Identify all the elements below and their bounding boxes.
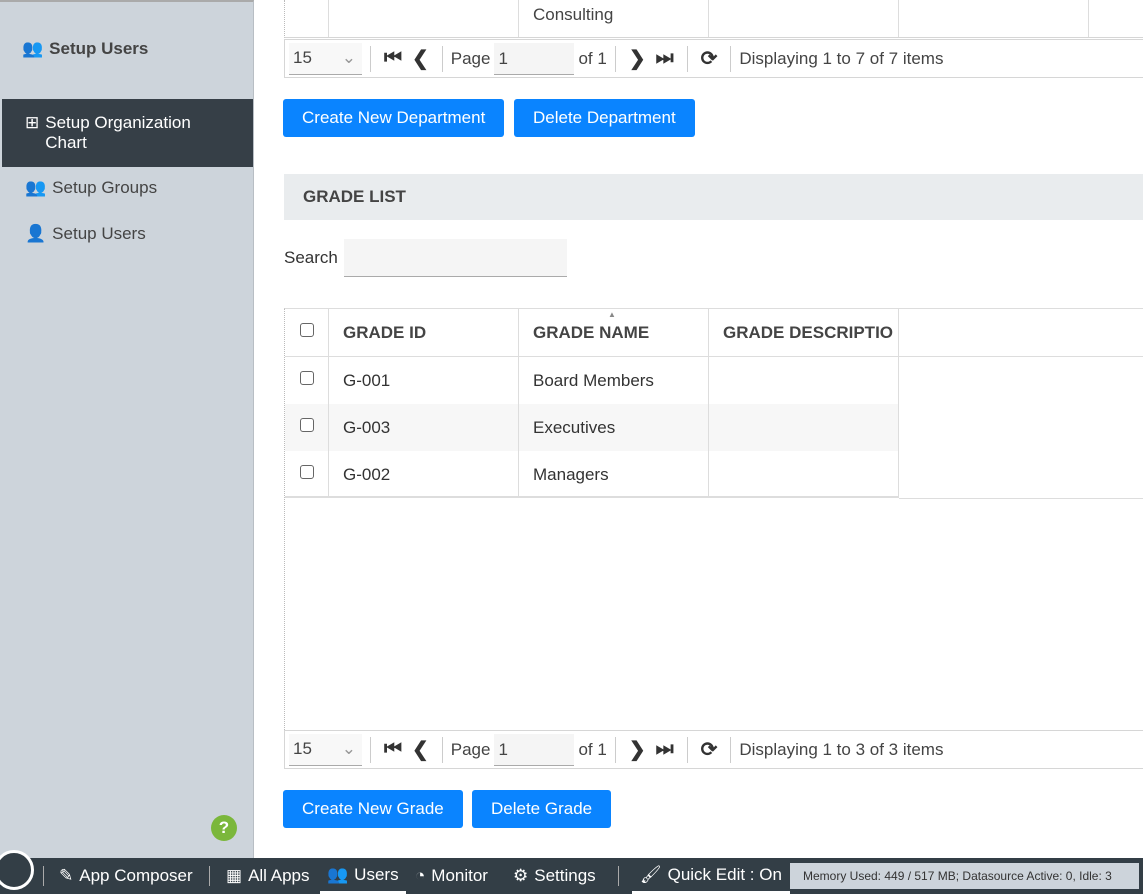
select-all-checkbox[interactable] bbox=[300, 323, 314, 337]
table-row[interactable]: G-003 Executives bbox=[285, 404, 899, 451]
row-checkbox[interactable] bbox=[300, 418, 314, 432]
search-label: Search bbox=[284, 248, 338, 267]
search-input[interactable] bbox=[344, 239, 567, 277]
settings-button[interactable]: ⚙ Settings bbox=[513, 858, 596, 894]
create-grade-button[interactable]: Create New Grade bbox=[283, 790, 463, 828]
page-input[interactable]: 1 bbox=[494, 42, 575, 75]
edit-icon: ✎ bbox=[59, 866, 74, 885]
sidebar-header: 👥 Setup Users bbox=[22, 39, 149, 58]
dashboard-icon: ◔ bbox=[415, 866, 426, 885]
page-size-select[interactable]: 15 ⌄ bbox=[289, 733, 362, 766]
page-input[interactable]: 1 bbox=[494, 733, 575, 766]
last-page-icon[interactable]: ⏭ bbox=[656, 738, 674, 761]
table-row[interactable]: G-002 Managers bbox=[285, 451, 899, 498]
users-button[interactable]: 👥 Users bbox=[320, 858, 406, 894]
chevron-down-icon: ⌄ bbox=[341, 48, 356, 67]
column-grade-id[interactable]: GRADE ID bbox=[343, 309, 426, 356]
help-icon[interactable]: ? bbox=[211, 815, 237, 841]
department-table-row: Consulting bbox=[284, 0, 1143, 38]
chevron-down-icon: ⌄ bbox=[341, 739, 356, 758]
delete-grade-button[interactable]: Delete Grade bbox=[472, 790, 612, 828]
department-cell: Consulting bbox=[533, 5, 614, 24]
sidebar-item-org-chart[interactable]: ⊞ Setup Organization Chart bbox=[2, 99, 253, 167]
grade-pager: 15 ⌄ ⏮ ❮ Page 1 of 1 ❯ ⏭ ⟳ Displaying 1 to 3 … bbox=[284, 730, 1143, 769]
refresh-icon[interactable]: ⟳ bbox=[701, 46, 718, 71]
app-composer-button[interactable]: ✎ App Composer bbox=[59, 858, 193, 894]
prev-page-icon[interactable]: ❮ bbox=[412, 737, 429, 762]
gears-icon: ⚙ bbox=[513, 866, 529, 885]
memory-status: Memory Used: 449 / 517 MB; Datasource Ac… bbox=[790, 863, 1139, 889]
users-icon: 👥 bbox=[22, 39, 44, 58]
create-department-button[interactable]: Create New Department bbox=[283, 99, 505, 137]
last-page-icon[interactable]: ⏭ bbox=[656, 47, 674, 70]
table-header: GRADE ID GRADE NAME ▲ GRADE DESCRIPTIO bbox=[285, 309, 1143, 357]
column-grade-name[interactable]: GRADE NAME bbox=[533, 309, 649, 356]
sitemap-icon: ⊞ bbox=[25, 113, 40, 132]
next-page-icon[interactable]: ❯ bbox=[629, 737, 646, 762]
users-icon: 👥 bbox=[327, 864, 349, 884]
table-row[interactable]: G-001 Board Members bbox=[285, 357, 899, 404]
sidebar: 👥 Setup Users ⊞ Setup Organization Chart 👥… bbox=[0, 0, 254, 858]
page-size-select[interactable]: 15 ⌄ bbox=[289, 42, 362, 75]
users-icon: 👥 bbox=[25, 178, 47, 197]
sidebar-item-users[interactable]: 👤 Setup Users bbox=[2, 224, 253, 248]
quick-edit-toggle[interactable]: 🖌 Quick Edit : On bbox=[632, 858, 790, 894]
sidebar-item-groups[interactable]: 👥 Setup Groups bbox=[2, 178, 253, 202]
grade-list-header: GRADE LIST bbox=[284, 174, 1143, 220]
bottom-toolbar: ✎ App Composer ▦ All Apps 👥 Users ◔ Monitor … bbox=[0, 850, 1143, 894]
grid-icon: ▦ bbox=[226, 866, 243, 885]
delete-department-button[interactable]: Delete Department bbox=[514, 99, 695, 137]
column-grade-description[interactable]: GRADE DESCRIPTIO bbox=[723, 309, 893, 356]
next-page-icon[interactable]: ❯ bbox=[629, 46, 646, 71]
refresh-icon[interactable]: ⟳ bbox=[701, 737, 718, 762]
grade-table: GRADE ID GRADE NAME ▲ GRADE DESCRIPTIO G… bbox=[284, 308, 1143, 730]
logo-icon[interactable] bbox=[0, 850, 34, 890]
monitor-button[interactable]: ◔ Monitor bbox=[415, 858, 488, 894]
first-page-icon[interactable]: ⏮ bbox=[384, 47, 402, 70]
paintbrush-icon: 🖌 bbox=[640, 864, 662, 884]
first-page-icon[interactable]: ⏮ bbox=[384, 738, 402, 761]
department-pager: 15 ⌄ ⏮ ❮ Page 1 of 1 ❯ ⏭ ⟳ Displaying 1 to 7 … bbox=[284, 39, 1143, 78]
all-apps-button[interactable]: ▦ All Apps bbox=[226, 858, 310, 894]
sort-icon: ▲ bbox=[608, 310, 616, 319]
row-checkbox[interactable] bbox=[300, 465, 314, 479]
prev-page-icon[interactable]: ❮ bbox=[412, 46, 429, 71]
user-icon: 👤 bbox=[25, 224, 47, 243]
row-checkbox[interactable] bbox=[300, 371, 314, 385]
